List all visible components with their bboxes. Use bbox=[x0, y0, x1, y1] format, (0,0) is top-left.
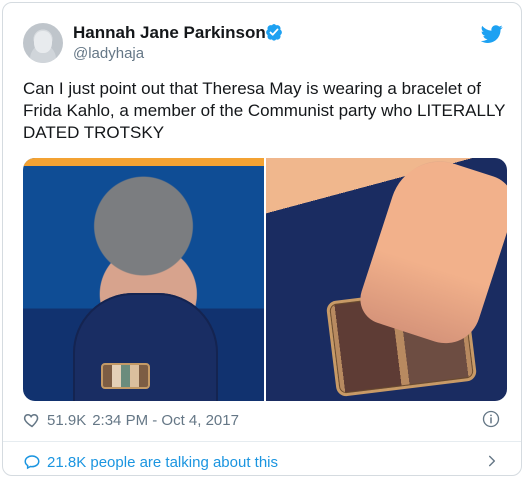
conversation-text[interactable]: 21.8K people are talking about this bbox=[47, 454, 278, 471]
tweet-text: Can I just point out that Theresa May is… bbox=[23, 79, 506, 142]
author-name[interactable]: Hannah Jane Parkinson bbox=[73, 23, 266, 43]
tweet-meta: 51.9K 2:34 PM - Oct 4, 2017 bbox=[23, 410, 239, 430]
tweet-media-grid[interactable] bbox=[23, 158, 507, 401]
tweet-photo-bracelet-closeup[interactable] bbox=[266, 158, 507, 401]
twitter-bird-icon[interactable] bbox=[481, 23, 503, 45]
heart-icon[interactable] bbox=[23, 411, 41, 429]
tweet-timestamp[interactable]: 2:34 PM - Oct 4, 2017 bbox=[92, 412, 239, 429]
author-avatar[interactable] bbox=[23, 23, 63, 63]
chevron-right-icon[interactable] bbox=[485, 454, 499, 468]
like-count[interactable]: 51.9K bbox=[47, 412, 86, 429]
footer-divider bbox=[3, 441, 521, 442]
author-handle[interactable]: @ladyhaja bbox=[73, 45, 144, 63]
tweet-card: Hannah Jane Parkinson @ladyhaja Can I ju… bbox=[2, 2, 522, 476]
conversation-link[interactable]: 21.8K people are talking about this bbox=[23, 453, 278, 471]
tweet-photo-theresa-may[interactable] bbox=[23, 158, 264, 401]
info-icon[interactable] bbox=[482, 410, 500, 428]
reply-bubble-icon bbox=[24, 455, 40, 470]
verified-badge-icon bbox=[266, 24, 282, 41]
